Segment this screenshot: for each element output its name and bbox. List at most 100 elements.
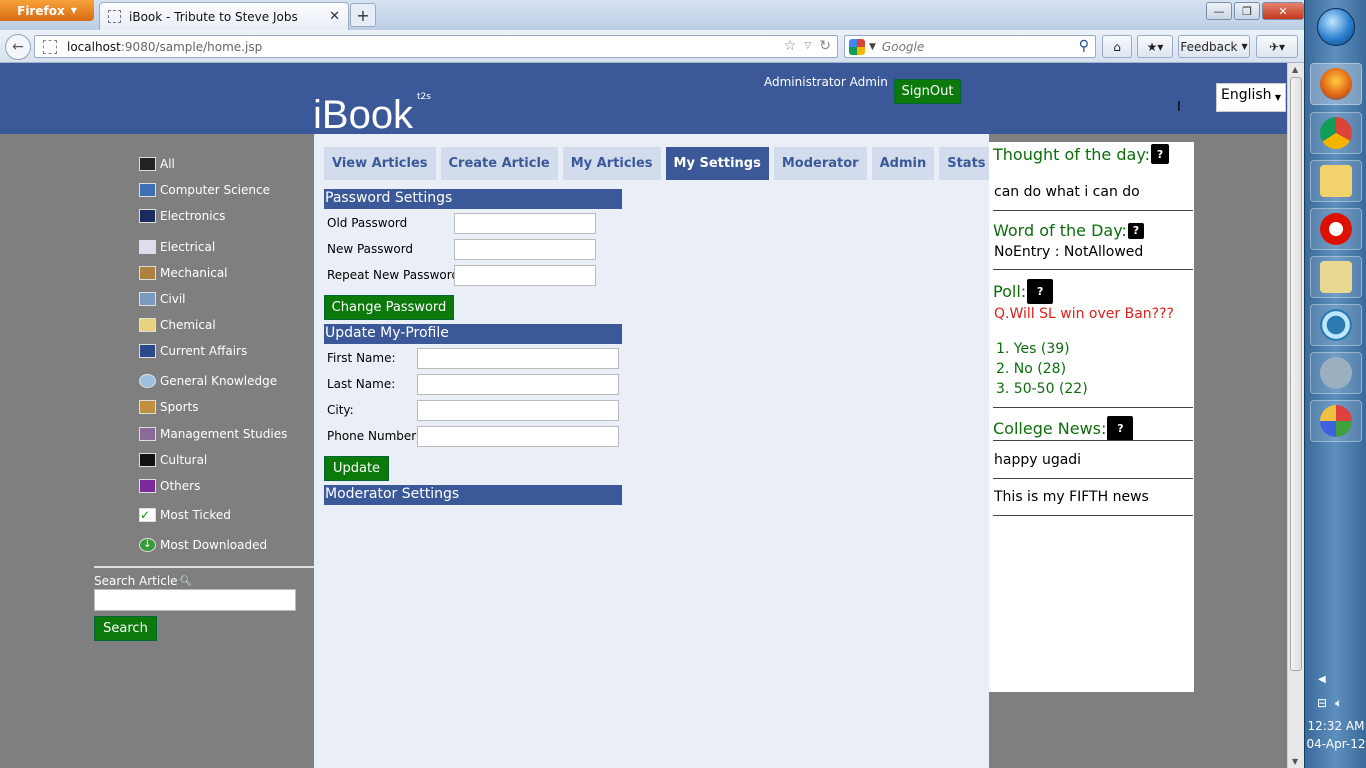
- clock-time[interactable]: 12:32 AM: [1305, 719, 1366, 733]
- category-all[interactable]: All: [139, 157, 175, 171]
- navigation-toolbar: ← localhost :9080/sample/home.jsp ☆ ▽ ↻ …: [0, 30, 1304, 63]
- tab-view-articles[interactable]: View Articles: [324, 147, 436, 180]
- city-field[interactable]: [417, 400, 619, 421]
- category-label: Civil: [160, 292, 186, 306]
- tab-admin[interactable]: Admin: [871, 147, 935, 180]
- bookmarks-button[interactable]: ★▾: [1137, 35, 1173, 58]
- search-article-input[interactable]: [94, 589, 296, 611]
- poll-option[interactable]: 3. 50-50 (22): [996, 381, 1088, 397]
- scroll-down-icon[interactable]: ▼: [1292, 757, 1298, 766]
- volume-icon[interactable]: 🔈︎: [1335, 696, 1342, 711]
- language-select[interactable]: English ▼: [1216, 83, 1286, 112]
- category-computer-science[interactable]: Computer Science: [139, 183, 270, 197]
- minimize-button[interactable]: —: [1206, 2, 1232, 20]
- taskbar-explorer[interactable]: [1310, 160, 1362, 202]
- category-current-affairs[interactable]: Current Affairs: [139, 344, 247, 358]
- taskbar-opera[interactable]: [1310, 208, 1362, 250]
- taskbar-network[interactable]: [1310, 256, 1362, 298]
- start-button[interactable]: [1317, 8, 1355, 46]
- search-engine-dropdown-icon[interactable]: ▼: [869, 42, 876, 52]
- category-label: Chemical: [160, 318, 216, 332]
- search-button[interactable]: Search: [94, 616, 157, 641]
- firefox-menu-button[interactable]: Firefox ▼: [0, 0, 94, 21]
- category-chemical[interactable]: Chemical: [139, 318, 216, 332]
- site-identity-icon[interactable]: [43, 39, 57, 54]
- back-button[interactable]: ←: [5, 34, 31, 60]
- text-cursor-icon: I: [1177, 100, 1181, 115]
- password-settings-header: Password Settings: [324, 189, 622, 209]
- category-mechanical[interactable]: Mechanical: [139, 266, 228, 280]
- home-button[interactable]: ⌂: [1102, 35, 1132, 58]
- repeat-password-field[interactable]: [454, 265, 596, 286]
- ring-icon: [1320, 309, 1352, 341]
- moderator-settings-header[interactable]: Moderator Settings: [324, 485, 622, 505]
- page-scrollbar[interactable]: ▲ ▼: [1287, 63, 1304, 768]
- taskbar-firefox[interactable]: [1310, 63, 1362, 105]
- tab-title: iBook - Tribute to Steve Jobs: [129, 9, 298, 24]
- help-icon[interactable]: ?: [1027, 279, 1054, 304]
- poll-option[interactable]: 2. No (28): [996, 361, 1066, 377]
- web-page: iBook t2s Administrator Admin SignOut En…: [0, 63, 1287, 768]
- close-icon[interactable]: ✕: [329, 9, 340, 24]
- google-icon[interactable]: [849, 38, 865, 55]
- help-icon[interactable]: ?: [1107, 416, 1134, 441]
- taskbar-app[interactable]: [1310, 304, 1362, 346]
- first-name-field[interactable]: [417, 348, 619, 369]
- site-header: iBook t2s Administrator Admin SignOut En…: [0, 63, 1287, 137]
- category-most-ticked[interactable]: ✓ Most Ticked: [139, 508, 231, 522]
- scrollbar-thumb[interactable]: [1290, 77, 1302, 671]
- category-cultural[interactable]: Cultural: [139, 453, 207, 467]
- url-bar[interactable]: localhost :9080/sample/home.jsp ☆ ▽ ↻: [34, 35, 838, 58]
- tray-expand-icon[interactable]: ◀: [1318, 674, 1326, 685]
- taskbar-app[interactable]: [1310, 352, 1362, 394]
- restore-button[interactable]: ❐: [1234, 2, 1260, 20]
- taskbar-chrome[interactable]: [1310, 112, 1362, 154]
- addon-button[interactable]: ✈▾: [1256, 35, 1298, 58]
- tab-my-settings[interactable]: My Settings: [665, 147, 769, 180]
- tab-create-article[interactable]: Create Article: [440, 147, 558, 180]
- category-civil[interactable]: Civil: [139, 292, 185, 306]
- signout-button[interactable]: SignOut: [894, 79, 961, 104]
- category-electrical[interactable]: Electrical: [139, 240, 215, 254]
- bookmark-star-icon[interactable]: ☆: [784, 38, 797, 54]
- history-dropdown-icon[interactable]: ▽: [804, 38, 811, 54]
- new-tab-button[interactable]: +: [350, 3, 376, 27]
- category-icon: [139, 427, 156, 441]
- tab-stats[interactable]: Stats: [939, 147, 994, 180]
- browser-tab[interactable]: iBook - Tribute to Steve Jobs ✕: [99, 2, 349, 30]
- clock-date[interactable]: 04-Apr-12: [1305, 737, 1366, 751]
- new-password-field[interactable]: [454, 239, 596, 260]
- category-electronics[interactable]: Electronics: [139, 209, 225, 223]
- category-most-downloaded[interactable]: ↓ Most Downloaded: [139, 538, 267, 552]
- feedback-button[interactable]: Feedback ▼: [1178, 35, 1250, 58]
- search-icon[interactable]: ⚲: [1079, 38, 1089, 54]
- reload-icon[interactable]: ↻: [819, 38, 831, 54]
- page-icon: [108, 10, 121, 23]
- category-others[interactable]: Others: [139, 479, 200, 493]
- category-general-knowledge[interactable]: General Knowledge: [139, 374, 277, 388]
- divider: [993, 269, 1193, 270]
- site-logo[interactable]: iBook: [313, 93, 413, 138]
- scroll-up-icon[interactable]: ▲: [1292, 65, 1298, 74]
- divider: [993, 407, 1193, 408]
- help-icon[interactable]: ?: [1151, 144, 1170, 164]
- opera-icon: [1320, 213, 1352, 245]
- taskbar-paint[interactable]: [1310, 400, 1362, 442]
- close-window-button[interactable]: ✕: [1262, 2, 1304, 20]
- tab-moderator[interactable]: Moderator: [773, 147, 867, 180]
- search-bar[interactable]: ▼ Google ⚲: [844, 35, 1096, 58]
- network-tray-icon[interactable]: ⊟: [1317, 696, 1327, 711]
- last-name-field[interactable]: [417, 374, 619, 395]
- category-management-studies[interactable]: Management Studies: [139, 427, 287, 441]
- poll-option[interactable]: 1. Yes (39): [996, 341, 1070, 357]
- tab-my-articles[interactable]: My Articles: [562, 147, 661, 180]
- poll-title: Poll:: [993, 282, 1027, 301]
- change-password-button[interactable]: Change Password: [324, 295, 454, 320]
- update-button[interactable]: Update: [324, 456, 389, 481]
- news-item[interactable]: This is my FIFTH news: [994, 489, 1149, 505]
- category-sports[interactable]: Sports: [139, 400, 198, 414]
- news-item[interactable]: happy ugadi: [994, 452, 1081, 468]
- phone-number-field[interactable]: [417, 426, 619, 447]
- old-password-field[interactable]: [454, 213, 596, 234]
- help-icon[interactable]: ?: [1127, 222, 1144, 239]
